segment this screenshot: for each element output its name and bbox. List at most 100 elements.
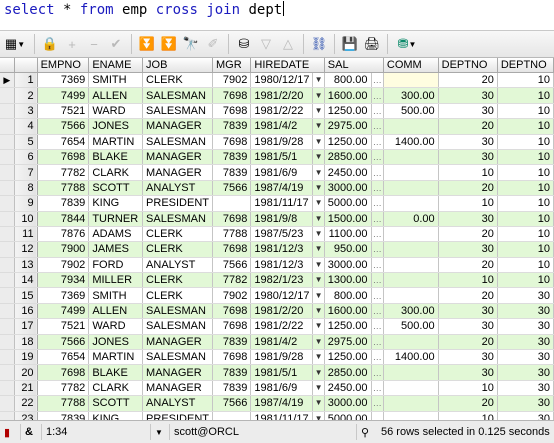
cell-deptno[interactable]: 20 [438,287,498,304]
cell-job[interactable]: ANALYST [142,257,214,274]
date-dropdown-icon[interactable]: ▼ [312,72,325,89]
date-dropdown-icon[interactable]: ▼ [312,272,325,289]
cell-job[interactable]: CLERK [142,72,214,89]
cell-deptno-dept[interactable]: 10 [497,180,554,197]
cell-deptno-dept[interactable]: 10 [497,195,554,212]
cell-sal[interactable]: 800.00 [324,72,372,89]
cell-deptno[interactable]: 10 [438,272,498,289]
cell-deptno[interactable]: 20 [438,334,498,351]
date-dropdown-icon[interactable]: ▼ [312,303,325,320]
cell-empno[interactable]: 7934 [37,272,90,289]
cell-job[interactable]: MANAGER [142,334,214,351]
cell-comm[interactable] [383,180,439,197]
cell-comm[interactable] [383,272,439,289]
cell-deptno-dept[interactable]: 10 [497,149,554,166]
table-row[interactable]: 4 7566 JONES MANAGER 7839 1981/4/2 ▼ 2975.00… 20… [0,118,554,135]
cell-edit-button[interactable]: … [371,287,384,304]
cell-edit-button[interactable]: … [371,149,384,166]
cell-hiredate[interactable]: 1981/11/17 [250,411,314,420]
cell-comm[interactable]: 500.00 [383,103,439,120]
find-binoculars-icon[interactable]: 🔭 [180,33,202,55]
cell-sal[interactable]: 800.00 [324,287,372,304]
cell-deptno[interactable]: 30 [438,149,498,166]
cell-mgr[interactable]: 7698 [212,349,252,366]
cell-mgr[interactable]: 7782 [212,272,252,289]
cell-empno[interactable]: 7654 [37,349,90,366]
cell-mgr[interactable]: 7839 [212,364,252,381]
cell-empno[interactable]: 7566 [37,334,90,351]
cell-hiredate[interactable]: 1981/5/1 [250,149,314,166]
cell-sal[interactable]: 1600.00 [324,87,372,104]
cell-deptno[interactable]: 30 [438,349,498,366]
cell-deptno-dept[interactable]: 30 [497,349,554,366]
connection-name[interactable]: scott@ORCL [170,424,357,440]
cell-empno[interactable]: 7654 [37,134,90,150]
cell-mgr[interactable]: 7698 [212,134,252,150]
table-row[interactable]: 18 7566 JONES MANAGER 7839 1981/4/2 ▼ 2975.00… 2… [0,334,554,351]
cell-hiredate[interactable]: 1981/9/28 [250,134,314,150]
cell-job[interactable]: PRESIDENT [142,411,214,420]
table-row[interactable]: 2 7499 ALLEN SALESMAN 7698 1981/2/20 ▼ 1600.00…… [0,87,554,104]
cell-deptno-dept[interactable]: 10 [497,257,554,274]
cell-sal[interactable]: 2975.00 [324,118,372,135]
column-header[interactable]: HIREDATE [250,58,325,73]
cell-deptno[interactable]: 10 [438,411,498,420]
cell-hiredate[interactable]: 1987/4/19 [250,180,314,197]
cell-edit-button[interactable]: … [371,195,384,212]
cell-comm[interactable] [383,164,439,181]
cell-deptno[interactable]: 30 [438,364,498,381]
date-dropdown-icon[interactable]: ▼ [312,241,325,258]
cell-ename[interactable]: CLARK [88,380,144,397]
cell-job[interactable]: CLERK [142,226,214,243]
cell-comm[interactable]: 300.00 [383,303,439,320]
clear-icon[interactable]: ✐ [202,33,224,55]
cell-empno[interactable]: 7566 [37,118,90,135]
cell-hiredate[interactable]: 1981/12/3 [250,241,314,258]
cell-empno[interactable]: 7782 [37,380,90,397]
cell-hiredate[interactable]: 1980/12/17 [250,72,314,89]
post-changes-icon[interactable]: ✔ [105,33,127,55]
cell-job[interactable]: SALESMAN [142,103,214,120]
date-dropdown-icon[interactable]: ▼ [312,164,325,181]
cell-empno[interactable]: 7369 [37,287,90,304]
cell-job[interactable]: ANALYST [142,395,214,412]
cell-deptno-dept[interactable]: 10 [497,118,554,135]
cell-empno[interactable]: 7499 [37,303,90,320]
cell-mgr[interactable] [212,195,252,212]
cell-mgr[interactable]: 7839 [212,118,252,135]
column-header[interactable]: DEPTNO [497,58,554,73]
cell-hiredate[interactable]: 1981/9/28 [250,349,314,366]
cell-deptno-dept[interactable]: 30 [497,318,554,335]
cell-empno[interactable]: 7782 [37,164,90,181]
cell-ename[interactable]: SMITH [88,72,144,89]
cell-edit-button[interactable]: … [371,257,384,274]
cell-sal[interactable]: 5000.00 [324,411,372,420]
table-row[interactable]: 13 7902 FORD ANALYST 7566 1981/12/3 ▼ 3000.00… 2… [0,257,554,274]
cell-comm[interactable] [383,118,439,135]
cell-hiredate[interactable]: 1981/4/2 [250,334,314,351]
table-row[interactable]: 16 7499 ALLEN SALESMAN 7698 1981/2/20 ▼ 1600.00… [0,303,554,320]
dropdown-icon[interactable]: ▼ [151,424,170,440]
cell-job[interactable]: SALESMAN [142,87,214,104]
table-row[interactable]: 9 7839 KING PRESIDENT 1981/11/17 ▼ 5000.00… 10 1… [0,195,554,212]
cell-ename[interactable]: CLARK [88,164,144,181]
cell-comm[interactable] [383,411,439,420]
cell-job[interactable]: CLERK [142,287,214,304]
cell-comm[interactable] [383,380,439,397]
table-row[interactable]: 15 7369 SMITH CLERK 7902 1980/12/17 ▼ 800.00… 20… [0,287,554,304]
cell-empno[interactable]: 7788 [37,180,90,197]
date-dropdown-icon[interactable]: ▼ [312,118,325,135]
date-dropdown-icon[interactable]: ▼ [312,395,325,412]
table-row[interactable]: 23 7839 KING PRESIDENT 1981/11/17 ▼ 5000.00… 10… [0,411,554,420]
cell-comm[interactable] [383,334,439,351]
date-dropdown-icon[interactable]: ▼ [312,411,325,420]
cell-sal[interactable]: 3000.00 [324,180,372,197]
cell-edit-button[interactable]: … [371,349,384,366]
grid-layout-icon[interactable]: ▦ ▼ [0,33,30,55]
cell-deptno[interactable]: 20 [438,257,498,274]
cell-comm[interactable]: 300.00 [383,87,439,104]
cell-deptno-dept[interactable]: 30 [497,287,554,304]
table-row[interactable]: 11 7876 ADAMS CLERK 7788 1987/5/23 ▼ 1100.00… 20… [0,226,554,243]
cell-deptno-dept[interactable]: 10 [497,87,554,104]
cell-mgr[interactable]: 7698 [212,211,252,227]
